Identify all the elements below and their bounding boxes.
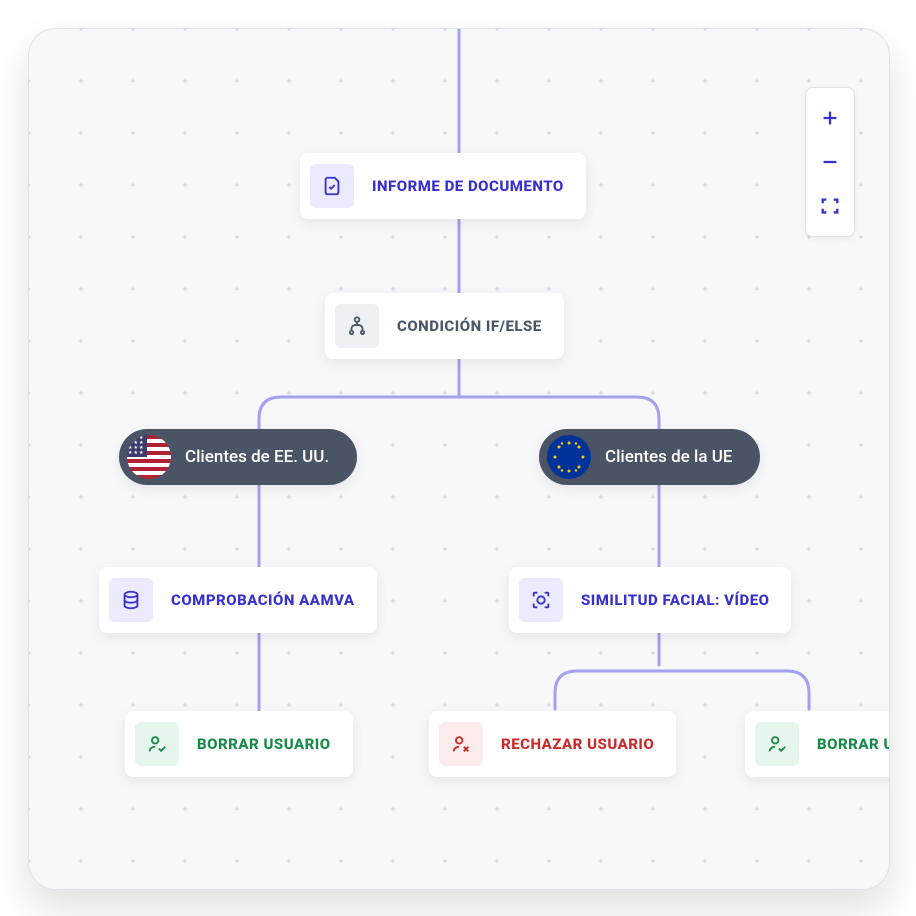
zoom-out-button[interactable] <box>814 146 846 178</box>
user-x-icon <box>439 722 483 766</box>
node-clear-user-2[interactable]: BORRAR USUARIO <box>745 711 890 777</box>
node-reject-user[interactable]: RECHAZAR USUARIO <box>429 711 676 777</box>
node-condition[interactable]: CONDICIÓN IF/ELSE <box>325 293 564 359</box>
node-label: INFORME DE DOCUMENTO <box>372 177 564 195</box>
branch-label: Clientes de la UE <box>605 447 732 467</box>
node-label: RECHAZAR USUARIO <box>501 735 654 753</box>
database-icon <box>109 578 153 622</box>
user-check-icon <box>755 722 799 766</box>
node-label: COMPROBACIÓN AAMVA <box>171 591 355 609</box>
workflow-canvas[interactable]: INFORME DE DOCUMENTO CONDICIÓN IF/ELSE ★… <box>28 28 890 890</box>
node-facial[interactable]: SIMILITUD FACIAL: VÍDEO <box>509 567 791 633</box>
document-check-icon <box>310 164 354 208</box>
branch-icon <box>335 304 379 348</box>
branch-label: Clientes de EE. UU. <box>185 447 329 467</box>
node-label: SIMILITUD FACIAL: VÍDEO <box>581 591 769 609</box>
node-aamva[interactable]: COMPROBACIÓN AAMVA <box>99 567 377 633</box>
branch-pill-eu[interactable]: Clientes de la UE <box>539 429 760 485</box>
zoom-control <box>805 87 855 237</box>
flag-eu-icon <box>547 435 591 479</box>
branch-pill-us[interactable]: ★★★★★★★★★★★★ Clientes de EE. UU. <box>119 429 357 485</box>
user-check-icon <box>135 722 179 766</box>
zoom-fit-button[interactable] <box>814 190 846 222</box>
node-label: BORRAR USUARIO <box>197 735 331 753</box>
node-clear-user-1[interactable]: BORRAR USUARIO <box>125 711 353 777</box>
zoom-in-button[interactable] <box>814 102 846 134</box>
face-scan-icon <box>519 578 563 622</box>
node-label: CONDICIÓN IF/ELSE <box>397 317 542 335</box>
node-label: BORRAR USUARIO <box>817 735 890 753</box>
flag-us-icon: ★★★★★★★★★★★★ <box>127 435 171 479</box>
node-doc-report[interactable]: INFORME DE DOCUMENTO <box>300 153 586 219</box>
